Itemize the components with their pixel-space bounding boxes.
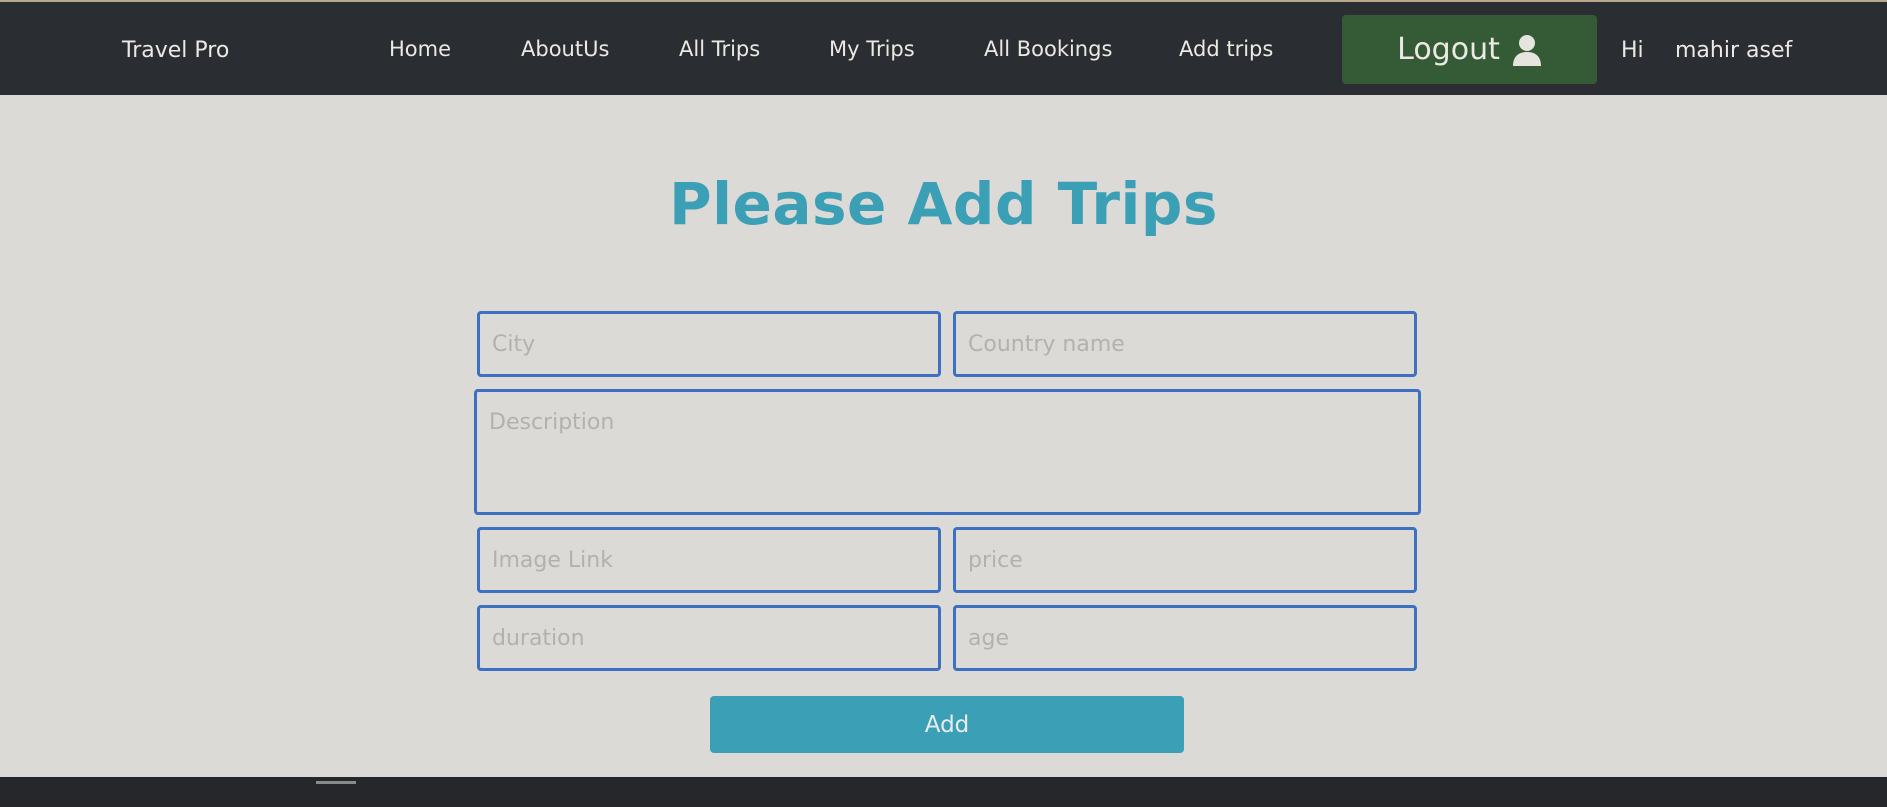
brand-logo[interactable]: Travel Pro — [122, 38, 229, 63]
image-link-input[interactable] — [477, 527, 941, 593]
footer-divider — [316, 781, 356, 784]
nav-about-us[interactable]: AboutUs — [521, 37, 609, 61]
page-title: Please Add Trips — [669, 170, 1218, 238]
nav-my-trips[interactable]: My Trips — [829, 37, 915, 61]
username: mahir asef — [1675, 38, 1793, 63]
footer — [0, 777, 1887, 807]
nav-all-bookings[interactable]: All Bookings — [984, 37, 1112, 61]
price-input[interactable] — [953, 527, 1417, 593]
nav-home[interactable]: Home — [389, 37, 451, 61]
nav-add-trips[interactable]: Add trips — [1179, 37, 1273, 61]
add-button[interactable]: Add — [710, 696, 1184, 753]
nav-all-trips[interactable]: All Trips — [679, 37, 760, 61]
duration-input[interactable] — [477, 605, 941, 671]
greeting: Hi — [1621, 38, 1644, 63]
logout-label: Logout — [1397, 32, 1500, 67]
description-textarea[interactable] — [474, 389, 1421, 515]
logout-button[interactable]: Logout — [1342, 15, 1597, 84]
navbar: Travel Pro Home AboutUs All Trips My Tri… — [0, 2, 1887, 95]
age-input[interactable] — [953, 605, 1417, 671]
user-icon — [1512, 34, 1542, 66]
country-input[interactable] — [953, 311, 1417, 377]
city-input[interactable] — [477, 311, 941, 377]
